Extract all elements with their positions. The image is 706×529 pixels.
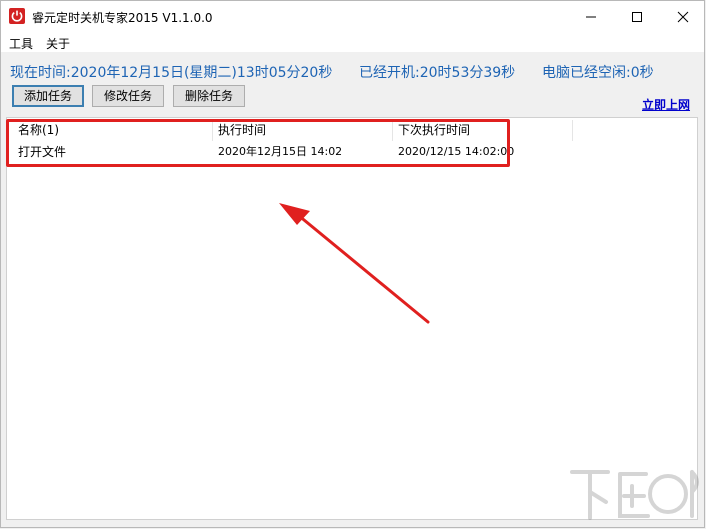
watermark-logo [570,470,699,520]
annotation-arrow [279,203,430,324]
